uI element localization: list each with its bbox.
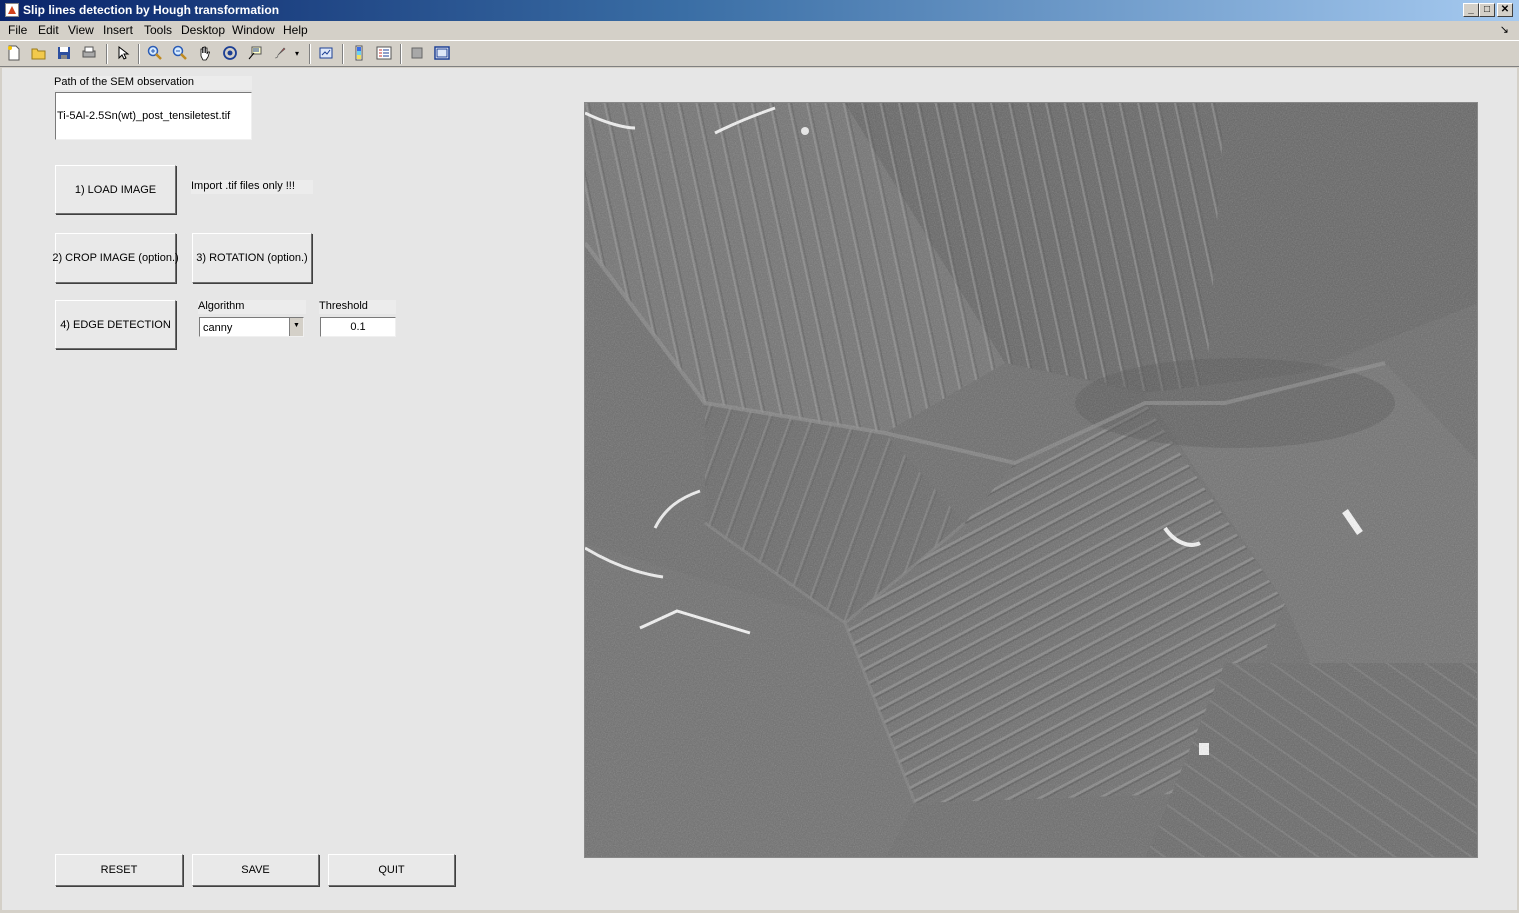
menu-file[interactable]: File <box>8 23 27 37</box>
algorithm-select[interactable]: canny ▼ <box>199 317 304 337</box>
toolbar-separator <box>138 44 140 64</box>
save-icon[interactable] <box>55 45 73 63</box>
path-field-value: Ti-5Al-2.5Sn(wt)_post_tensiletest.tif <box>57 110 231 122</box>
hide-plot-tools-icon[interactable] <box>408 45 426 63</box>
load-image-button[interactable]: 1) LOAD IMAGE <box>55 165 176 214</box>
matlab-app-icon <box>5 3 19 17</box>
toolbar-separator <box>309 44 311 64</box>
maximize-button[interactable]: □ <box>1479 3 1495 17</box>
edit-plot-arrow-icon[interactable] <box>114 45 132 63</box>
rotation-button[interactable]: 3) ROTATION (option.) <box>192 233 312 283</box>
show-plot-tools-icon[interactable] <box>433 45 451 63</box>
pan-hand-icon[interactable] <box>196 45 214 63</box>
zoom-in-icon[interactable] <box>146 45 164 63</box>
reset-button[interactable]: RESET <box>55 854 183 886</box>
brush-icon[interactable] <box>271 45 289 63</box>
window-title: Slip lines detection by Hough transforma… <box>23 3 280 17</box>
menu-edit[interactable]: Edit <box>38 23 59 37</box>
algorithm-select-value: canny <box>203 322 233 334</box>
close-button[interactable]: ✕ <box>1497 3 1513 17</box>
title-bar: Slip lines detection by Hough transforma… <box>0 0 1519 21</box>
minimize-button[interactable]: _ <box>1463 3 1479 17</box>
algorithm-label: Algorithm <box>198 300 306 314</box>
open-file-icon[interactable] <box>30 45 48 63</box>
insert-legend-icon[interactable] <box>375 45 393 63</box>
dock-icon[interactable]: ↘ <box>1500 23 1509 36</box>
path-label: Path of the SEM observation <box>54 76 252 90</box>
toolbar-separator <box>106 44 108 64</box>
quit-button[interactable]: QUIT <box>328 854 455 886</box>
path-field[interactable]: Ti-5Al-2.5Sn(wt)_post_tensiletest.tif <box>55 92 252 140</box>
zoom-out-icon[interactable] <box>171 45 189 63</box>
link-plot-icon[interactable] <box>317 45 335 63</box>
new-figure-icon[interactable] <box>5 45 23 63</box>
sem-micrograph-graphic <box>585 103 1477 857</box>
menu-bar: File Edit View Insert Tools Desktop Wind… <box>0 21 1519 40</box>
save-button[interactable]: SAVE <box>192 854 319 886</box>
figure-area: Path of the SEM observation Ti-5Al-2.5Sn… <box>2 68 1517 910</box>
insert-colorbar-icon[interactable] <box>350 45 368 63</box>
menu-insert[interactable]: Insert <box>103 23 133 37</box>
brush-dropdown-icon[interactable]: ▾ <box>292 45 302 63</box>
menu-view[interactable]: View <box>68 23 94 37</box>
toolbar: ▾ <box>0 40 1519 67</box>
edge-detection-button[interactable]: 4) EDGE DETECTION <box>55 300 176 349</box>
rotate-3d-icon[interactable] <box>221 45 239 63</box>
menu-help[interactable]: Help <box>283 23 308 37</box>
threshold-label: Threshold <box>319 300 396 314</box>
threshold-input[interactable]: 0.1 <box>320 317 396 337</box>
menu-window[interactable]: Window <box>232 23 275 37</box>
import-note: Import .tif files only !!! <box>191 180 313 194</box>
print-icon[interactable] <box>80 45 98 63</box>
menu-tools[interactable]: Tools <box>144 23 172 37</box>
crop-image-button[interactable]: 2) CROP IMAGE (option.) <box>52 233 179 283</box>
sem-image <box>584 102 1478 858</box>
chevron-down-icon[interactable]: ▼ <box>289 318 303 336</box>
toolbar-separator <box>400 44 402 64</box>
toolbar-separator <box>342 44 344 64</box>
data-cursor-icon[interactable] <box>246 45 264 63</box>
menu-desktop[interactable]: Desktop <box>181 23 225 37</box>
